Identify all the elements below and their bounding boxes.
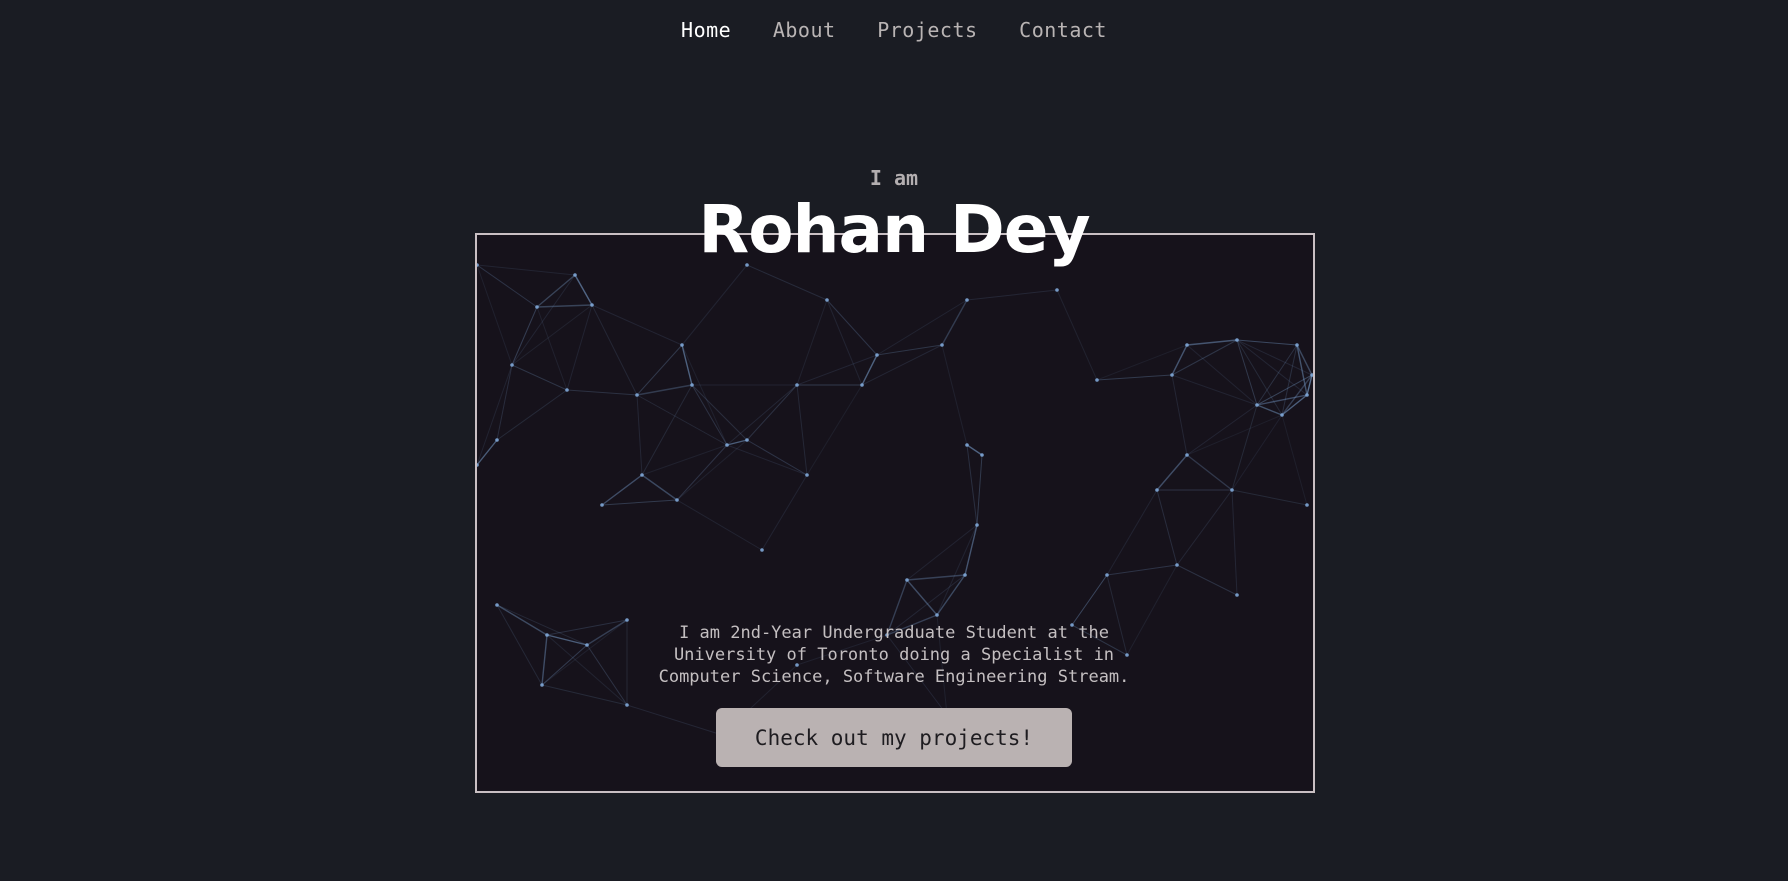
hero-description: I am 2nd-Year Undergraduate Student at t… — [658, 623, 1130, 687]
main-nav: Home About Projects Contact — [0, 18, 1788, 42]
hero-name: Rohan Dey — [698, 191, 1090, 268]
check-projects-button[interactable]: Check out my projects! — [716, 708, 1072, 767]
nav-home-link[interactable]: Home — [681, 18, 731, 42]
nav-projects-link[interactable]: Projects — [877, 18, 977, 42]
hero-intro: I am — [869, 166, 919, 190]
nav-contact-link[interactable]: Contact — [1019, 18, 1107, 42]
nav-about-link[interactable]: About — [773, 18, 836, 42]
